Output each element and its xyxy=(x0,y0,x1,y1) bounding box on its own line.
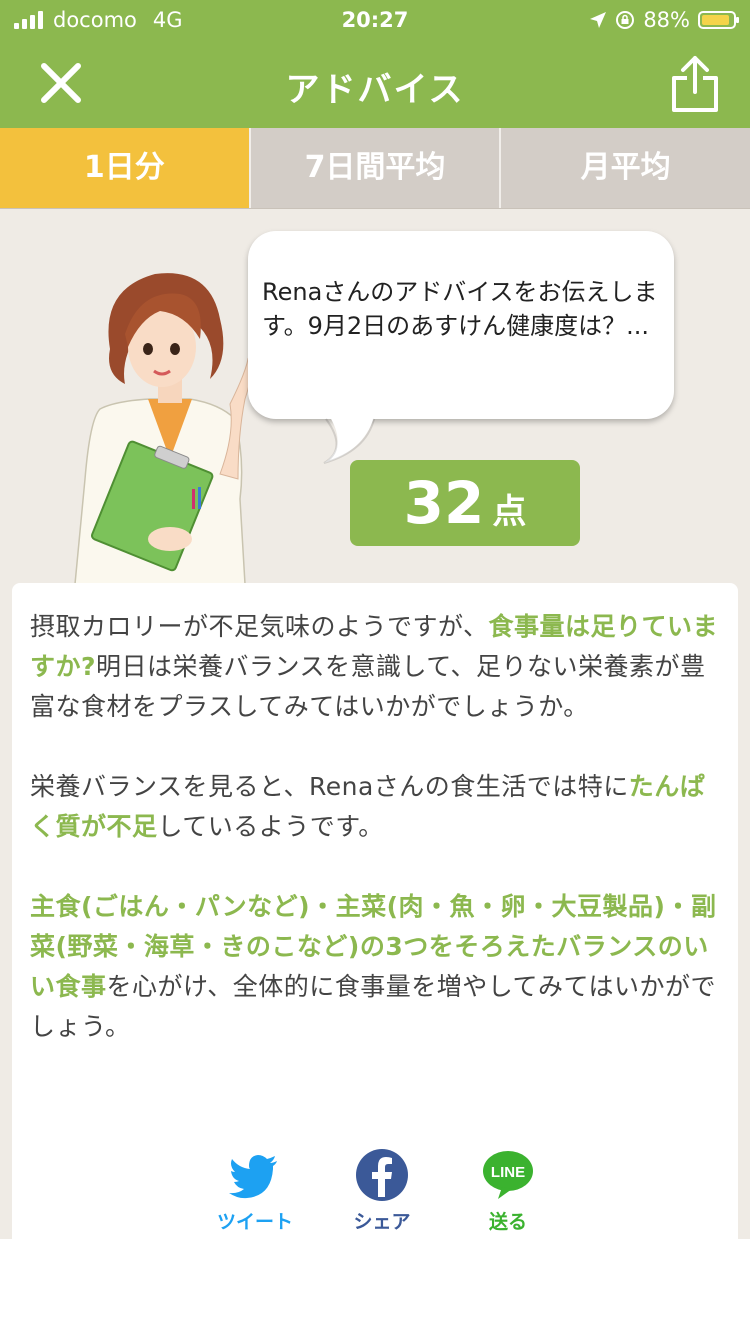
line-icon: LINE xyxy=(483,1151,533,1199)
advice-card: 摂取カロリーが不足気味のようですが、食事量は足りていますか?明日は栄養バランスを… xyxy=(12,583,738,1239)
share-buttons: ツイート シェア LINE 送る xyxy=(12,1149,738,1239)
battery-percent: 88% xyxy=(643,8,690,32)
advice-speech: Renaさんのアドバイスをお伝えします。9月2日のあすけん健康度は？... xyxy=(262,278,658,340)
share-icon[interactable] xyxy=(670,54,720,114)
advisor-illustration xyxy=(74,273,252,584)
battery-icon xyxy=(698,11,739,29)
advice-text-segment: 明日は栄養バランスを意識して、足りない栄養素が豊富な食材をプラスしてみてはいかが… xyxy=(30,652,706,721)
tab-7day-average[interactable]: 7日間平均 xyxy=(250,128,502,208)
advice-paragraph-1: 摂取カロリーが不足気味のようですが、食事量は足りていますか?明日は栄養バランスを… xyxy=(30,607,720,727)
advice-text-segment: しているようです。 xyxy=(157,812,384,841)
facebook-icon xyxy=(356,1149,408,1201)
advice-text-segment: を心がけ、全体的に食事量を増やしてみてはいかがでしょう。 xyxy=(30,972,717,1041)
location-icon xyxy=(590,12,607,28)
app-header: docomo 4G 20:27 88% アドバイス xyxy=(0,0,750,128)
rotation-lock-icon xyxy=(616,11,635,29)
health-score: 32 xyxy=(403,469,485,537)
advice-area: Renaさんのアドバイスをお伝えします。9月2日のあすけん健康度は？... 32… xyxy=(0,208,750,1239)
speech-bubble-tail-icon xyxy=(323,411,376,464)
advice-paragraph-3: 主食(ごはん・パンなど)・主菜(肉・魚・卵・大豆製品)・副菜(野菜・海草・きのこ… xyxy=(30,887,720,1047)
page-title: アドバイス xyxy=(285,70,465,110)
tweet-label: ツイート xyxy=(216,1211,293,1233)
line-send-label: 送る xyxy=(488,1211,527,1233)
period-tabs: 1日分 7日間平均 月平均 xyxy=(0,128,750,208)
advice-text: 摂取カロリーが不足気味のようですが、食事量は足りていますか?明日は栄養バランスを… xyxy=(30,607,720,1087)
twitter-icon xyxy=(229,1155,277,1199)
advice-paragraph-2: 栄養バランスを見ると、Renaさんの食生活では特にたんぱく質が不足しているようで… xyxy=(30,767,720,847)
status-right: 88% xyxy=(589,8,739,32)
tweet-button[interactable]: ツイート xyxy=(200,1149,310,1234)
speech-bubble: Renaさんのアドバイスをお伝えします。9月2日のあすけん健康度は？... xyxy=(248,231,674,464)
tab-daily[interactable]: 1日分 xyxy=(0,128,251,208)
facebook-share-label: シェア xyxy=(353,1211,411,1233)
tab-monthly-average[interactable]: 月平均 xyxy=(501,128,750,208)
line-icon-text: LINE xyxy=(491,1164,525,1181)
score-unit: 点 xyxy=(492,492,527,532)
advice-text-segment: 栄養バランスを見ると、Renaさんの食生活では特に xyxy=(30,772,629,801)
line-send-button[interactable]: LINE 送る xyxy=(453,1149,563,1234)
facebook-share-button[interactable]: シェア xyxy=(327,1149,437,1234)
status-bar: docomo 4G 20:27 88% xyxy=(0,0,750,40)
health-score-badge: 32 点 xyxy=(350,460,580,546)
advice-text-segment: 摂取カロリーが不足気味のようですが、 xyxy=(30,612,489,641)
